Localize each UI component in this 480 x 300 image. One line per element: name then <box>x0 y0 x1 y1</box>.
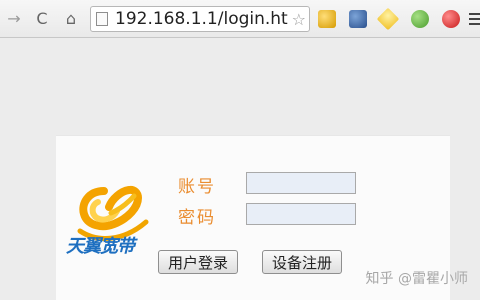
address-text: 192.168.1.1/login.htm <box>115 10 289 28</box>
reload-button[interactable]: C <box>31 7 53 29</box>
account-input[interactable] <box>246 172 356 194</box>
password-input[interactable] <box>246 203 356 225</box>
extension-icon[interactable] <box>376 7 400 31</box>
extension-icon[interactable] <box>318 10 336 28</box>
account-label: 账号 <box>178 177 216 197</box>
page-icon <box>96 12 108 26</box>
login-button[interactable]: 用户登录 <box>158 250 238 274</box>
extension-icon[interactable] <box>442 10 460 28</box>
extension-icon[interactable] <box>411 10 429 28</box>
forward-button[interactable]: → <box>3 7 25 29</box>
home-button[interactable]: ⌂ <box>60 7 82 29</box>
watermark: 知乎 @雷瞿小师 <box>365 271 468 287</box>
menu-icon[interactable] <box>469 10 480 28</box>
browser-toolbar: → C ⌂ 192.168.1.1/login.htm ☆ <box>0 0 480 38</box>
register-button[interactable]: 设备注册 <box>262 250 342 274</box>
logo-text: 天翼宽带 <box>66 236 135 257</box>
extension-icon[interactable] <box>349 10 367 28</box>
bookmark-star-icon[interactable]: ☆ <box>292 10 306 29</box>
address-bar[interactable]: 192.168.1.1/login.htm ☆ <box>90 6 310 32</box>
password-label: 密码 <box>178 208 216 228</box>
